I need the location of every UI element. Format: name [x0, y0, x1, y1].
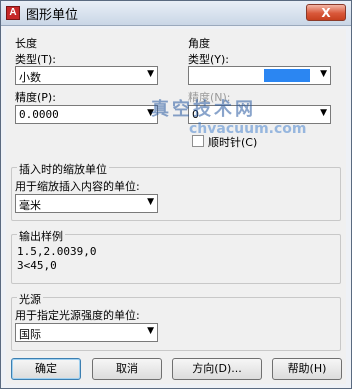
insertion-units-select[interactable]: 毫米 ▼ [15, 194, 158, 213]
insertion-units-value: 毫米 [19, 199, 41, 212]
sample-line-1: 1.5,2.0039,0 [17, 245, 97, 258]
help-button[interactable]: 帮助(H) [272, 358, 342, 380]
sample-line-2: 3<45,0 [17, 259, 57, 272]
dialog-body: 长度 类型(T): 小数 ▼ 精度(P): 0.0000 ▼ 角度 类型(Y):… [6, 29, 346, 384]
length-precision-value: 0.0000 [19, 108, 59, 121]
units-dialog: A 图形单位 X 长度 类型(T): 小数 ▼ 精度(P): 0.0000 ▼ … [0, 0, 352, 389]
angle-type-label: 类型(Y): [188, 53, 230, 66]
sample-group-label: 输出样例 [17, 228, 65, 244]
length-type-label: 类型(T): [15, 53, 57, 66]
chevron-down-icon: ▼ [147, 326, 154, 336]
angle-group-label: 角度 [188, 37, 210, 50]
lighting-units-value: 国际 [19, 328, 41, 341]
lighting-units-select[interactable]: 国际 ▼ [15, 323, 158, 342]
autocad-app-icon: A [6, 6, 20, 20]
lighting-prompt: 用于指定光源强度的单位: [15, 309, 140, 322]
dialog-title: 图形单位 [26, 8, 79, 23]
insertion-group-label: 插入时的缩放单位 [17, 161, 109, 177]
direction-button[interactable]: 方向(D)... [172, 358, 262, 380]
chevron-down-icon: ▼ [147, 69, 154, 79]
length-type-select[interactable]: 小数 ▼ [15, 66, 158, 85]
chevron-down-icon: ▼ [320, 108, 327, 118]
length-group-label: 长度 [15, 37, 37, 50]
angle-type-select[interactable]: ▼ [188, 66, 331, 85]
watermark-url: chvacuum.com [189, 121, 307, 137]
insertion-prompt: 用于缩放插入内容的单位: [15, 180, 140, 193]
angle-type-selection-highlight [264, 69, 310, 82]
lighting-group-label: 光源 [17, 291, 43, 307]
chevron-down-icon: ▼ [147, 197, 154, 207]
length-precision-label: 精度(P): [15, 91, 56, 104]
ok-button[interactable]: 确定 [11, 358, 81, 380]
close-button[interactable]: X [306, 4, 346, 21]
cancel-button[interactable]: 取消 [92, 358, 162, 380]
title-bar[interactable]: A 图形单位 X [1, 1, 351, 26]
length-type-value: 小数 [19, 71, 41, 84]
chevron-down-icon: ▼ [320, 69, 327, 79]
length-precision-select[interactable]: 0.0000 ▼ [15, 105, 158, 124]
watermark-text: 真空技术网 [151, 99, 256, 120]
